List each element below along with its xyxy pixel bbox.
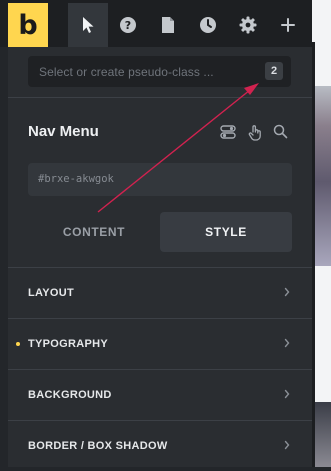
modified-indicator-dot [16, 342, 20, 346]
section-background[interactable]: BACKGROUND [8, 370, 312, 420]
add-icon [281, 18, 295, 32]
cursor-tool-button[interactable] [68, 3, 108, 47]
search-icon[interactable] [273, 124, 288, 139]
chevron-right-icon [284, 287, 290, 297]
top-toolbar: b ? [0, 0, 312, 47]
svg-text:?: ? [125, 19, 131, 32]
preview-image [315, 402, 331, 467]
help-icon: ? [120, 17, 136, 33]
divider [8, 97, 312, 98]
canvas-preview[interactable] [312, 0, 331, 467]
class-toggle-icon[interactable] [220, 124, 236, 140]
css-id-placeholder: #brxe-akwgok [38, 173, 114, 185]
section-layout[interactable]: LAYOUT [8, 268, 312, 318]
pseudo-class-selector[interactable]: Select or create pseudo-class ... 2 [28, 56, 291, 87]
section-label: BACKGROUND [28, 389, 112, 401]
page-icon [162, 17, 174, 33]
tab-content[interactable]: CONTENT [28, 212, 160, 252]
element-title: Nav Menu [28, 123, 99, 140]
css-id-field[interactable]: #brxe-akwgok [28, 163, 292, 196]
pseudo-class-count-badge[interactable]: 2 [265, 62, 283, 80]
section-label: TYPOGRAPHY [28, 338, 109, 350]
preview-image [315, 86, 331, 126]
chevron-right-icon [284, 440, 290, 450]
settings-button[interactable] [228, 3, 268, 47]
builder-logo[interactable]: b [8, 3, 48, 47]
section-label: BORDER / BOX SHADOW [28, 440, 168, 452]
settings-icon [239, 16, 257, 34]
tab-style[interactable]: STYLE [160, 212, 292, 252]
cursor-icon [83, 17, 94, 33]
help-button[interactable]: ? [108, 3, 148, 47]
logo-text: b [18, 9, 38, 41]
section-border-box-shadow[interactable]: BORDER / BOX SHADOW [8, 421, 312, 471]
history-icon [200, 17, 216, 33]
section-label: LAYOUT [28, 287, 75, 299]
pages-button[interactable] [148, 3, 188, 47]
chevron-right-icon [284, 338, 290, 348]
chevron-right-icon [284, 389, 290, 399]
section-typography[interactable]: TYPOGRAPHY [8, 319, 312, 369]
pseudo-class-placeholder: Select or create pseudo-class ... [39, 65, 214, 79]
history-button[interactable] [188, 3, 228, 47]
interactions-hand-icon[interactable] [247, 124, 263, 141]
add-element-button[interactable] [268, 3, 308, 47]
preview-image [315, 126, 331, 266]
element-panel: Select or create pseudo-class ... 2 Nav … [8, 47, 312, 467]
